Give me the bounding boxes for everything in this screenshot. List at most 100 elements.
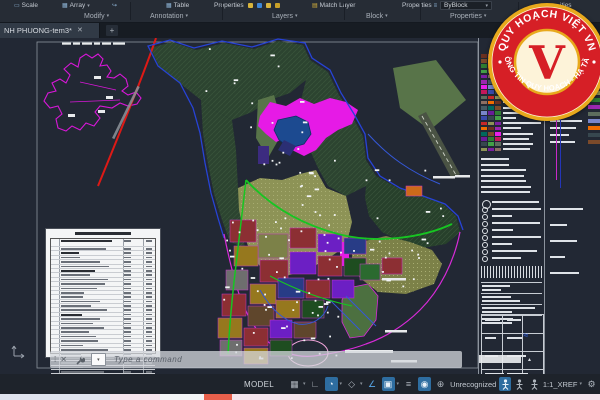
scale-button[interactable]: ▭Scale xyxy=(14,1,38,10)
point-label xyxy=(329,336,331,338)
polar-tracking-icon[interactable]: ◔ xyxy=(325,377,338,391)
point-label xyxy=(417,254,419,256)
point-label xyxy=(379,241,381,243)
annotation-scale-icon[interactable] xyxy=(528,377,540,391)
point-label xyxy=(427,242,429,244)
point-label xyxy=(272,122,274,124)
new-tab-button[interactable]: + xyxy=(106,25,118,36)
point-label xyxy=(251,102,253,104)
point-label xyxy=(239,231,241,233)
point-label xyxy=(309,173,314,175)
parcel xyxy=(244,328,268,346)
command-icon-box[interactable]: ▾ xyxy=(91,353,106,366)
scale-caret[interactable]: ▾ xyxy=(580,381,583,387)
drawing-tab[interactable]: NH PHUONG-tem3* ✕ xyxy=(0,22,100,38)
point-label xyxy=(336,266,338,268)
point-label xyxy=(327,242,329,244)
object-snap-icon[interactable]: ▣ xyxy=(382,377,395,391)
point-label xyxy=(276,271,278,273)
point-label xyxy=(411,250,413,252)
isometric-drafting-icon[interactable]: ◇ xyxy=(345,377,358,391)
point-label xyxy=(303,122,308,124)
point-label xyxy=(389,253,391,255)
point-label xyxy=(325,250,327,252)
customize-wrench-icon[interactable] xyxy=(75,355,85,365)
array-icon: ▦ xyxy=(62,2,68,9)
panel-modify[interactable]: Modify▾ xyxy=(84,11,109,21)
match-layer-button[interactable]: ▤Match Layer xyxy=(312,1,355,10)
annotation-autoscale-icon[interactable] xyxy=(514,377,526,391)
point-label xyxy=(209,48,211,50)
point-label xyxy=(340,252,342,254)
point-label xyxy=(302,204,304,206)
parcel xyxy=(406,186,422,196)
point-label xyxy=(337,316,339,318)
panel-properties[interactable]: Properties▾ xyxy=(450,11,486,21)
parcel xyxy=(332,280,354,298)
command-close-icon[interactable]: ✕ xyxy=(60,355,67,364)
point-label xyxy=(257,290,259,292)
point-label xyxy=(206,90,208,92)
point-label xyxy=(264,294,266,296)
point-label xyxy=(418,257,420,259)
quy-hoach-viet-stamp: QUY HOẠCH VIỆT VN THÔNG TIN QUY HOẠCH - … xyxy=(485,0,600,124)
point-label xyxy=(338,238,340,240)
panel-annotation[interactable]: Annotation▾ xyxy=(150,11,188,21)
table-button[interactable]: ▦Table xyxy=(166,1,189,10)
point-label xyxy=(264,304,266,306)
point-label xyxy=(281,327,286,329)
drawing-tab-title: NH PHUONG-tem3* xyxy=(4,26,72,35)
command-input-placeholder[interactable]: Type a command xyxy=(114,355,182,364)
annotation-scale-value[interactable]: 1:1_XREF xyxy=(543,380,578,389)
point-label xyxy=(328,278,330,280)
point-label xyxy=(286,326,288,328)
point-label xyxy=(326,301,331,303)
point-label xyxy=(292,309,294,311)
grid-display-icon[interactable]: ▦ xyxy=(288,377,301,391)
point-label xyxy=(296,291,301,293)
point-label xyxy=(241,268,243,270)
object-snap-tracking-icon[interactable]: ∠ xyxy=(366,377,379,391)
point-label xyxy=(270,55,275,57)
model-space-button[interactable]: MODEL xyxy=(244,380,274,389)
panel-block[interactable]: Block▾ xyxy=(366,11,388,21)
geo-status-label: Unrecognized xyxy=(450,380,496,389)
parcel xyxy=(278,278,304,298)
lineweight-icon[interactable]: ≡ xyxy=(402,377,415,391)
point-label xyxy=(303,339,305,341)
point-label xyxy=(282,152,284,154)
osnap-caret[interactable]: ▾ xyxy=(397,381,400,387)
command-drag-handle[interactable]: ⁞ xyxy=(54,355,55,364)
grid-caret[interactable]: ▾ xyxy=(303,381,306,387)
geolocation-pin-icon[interactable]: ◉ xyxy=(418,377,431,391)
parcel xyxy=(360,264,380,280)
point-label xyxy=(375,169,380,171)
layer-properties-button[interactable]: Properties xyxy=(214,1,280,10)
parcel xyxy=(318,234,342,252)
signature-mark: ≈ xyxy=(523,330,528,340)
tab-close-icon[interactable]: ✕ xyxy=(77,26,83,34)
point-label xyxy=(334,160,336,162)
stamp-monogram: V xyxy=(528,36,566,90)
iso-caret[interactable]: ▾ xyxy=(360,381,363,387)
parcel xyxy=(290,252,316,274)
modify-extra-icon[interactable]: ↪ xyxy=(112,1,117,10)
polar-caret[interactable]: ▾ xyxy=(340,381,343,387)
panel-layers[interactable]: Layers▾ xyxy=(272,11,298,21)
point-label xyxy=(250,126,252,128)
point-label xyxy=(226,240,228,242)
point-label xyxy=(314,175,316,177)
point-label xyxy=(353,250,355,252)
point-label xyxy=(236,344,238,346)
command-bar[interactable]: ⁞ ✕ ▾ Type a command xyxy=(50,351,462,368)
location-inset-map xyxy=(44,54,141,131)
point-label xyxy=(301,131,303,133)
annotation-visibility-icon[interactable] xyxy=(499,377,511,391)
array-button[interactable]: ▦Array▾ xyxy=(62,1,90,10)
layer-icon xyxy=(257,3,262,8)
landuse-statistics-table xyxy=(45,228,161,358)
geo-globe-icon[interactable]: ⊕ xyxy=(434,377,447,391)
settings-gear-icon[interactable]: ⚙ xyxy=(585,377,598,391)
ortho-mode-icon[interactable]: ∟ xyxy=(309,377,322,391)
layer-icon xyxy=(266,3,271,8)
